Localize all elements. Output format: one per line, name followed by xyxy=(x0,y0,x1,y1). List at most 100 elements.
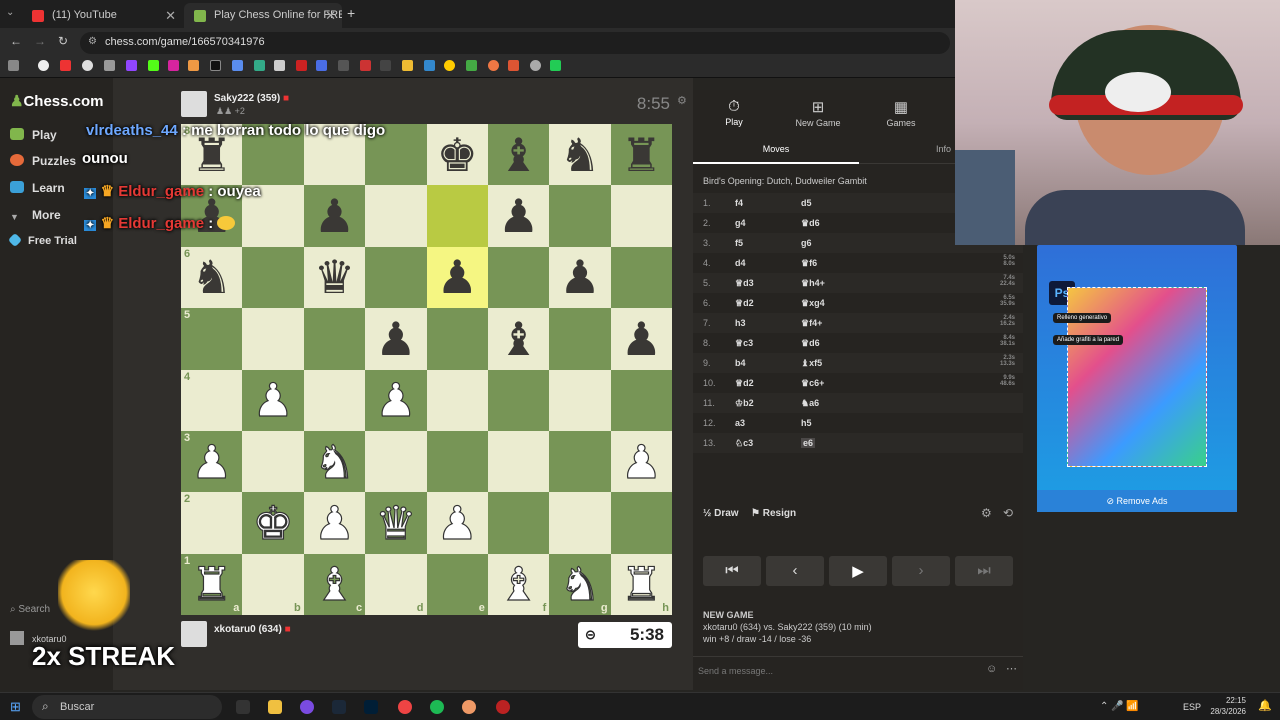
clock-date[interactable]: 28/3/2026 xyxy=(1200,707,1246,716)
black-knight-icon[interactable]: ♞ xyxy=(559,132,600,178)
bookmark-icon[interactable] xyxy=(316,60,327,71)
bookmark-icon[interactable] xyxy=(296,60,307,71)
board-square[interactable] xyxy=(549,308,611,370)
search-input[interactable]: ⌕ Buscar xyxy=(32,695,222,719)
chrome-icon[interactable] xyxy=(398,700,412,714)
board-square[interactable] xyxy=(365,246,427,309)
player-name[interactable]: xkotaru0 (634) ■ xyxy=(214,624,291,635)
bookmark-icon[interactable] xyxy=(188,60,199,71)
board-square[interactable] xyxy=(549,185,611,247)
board-square[interactable]: ♜ xyxy=(610,124,672,186)
opening-name[interactable]: Bird's Opening: Dutch, Dudweiler Gambit xyxy=(703,176,867,186)
board-square[interactable]: ♟ xyxy=(426,246,488,309)
black-pawn-icon[interactable]: ♟ xyxy=(559,254,600,300)
black-pawn-icon[interactable]: ♟ xyxy=(375,316,416,362)
bookmark-icon[interactable] xyxy=(360,60,371,71)
black-move[interactable]: h5 xyxy=(801,418,812,428)
white-move[interactable]: ♕d2 xyxy=(735,378,754,389)
black-move[interactable]: ♝xf5 xyxy=(801,358,822,369)
bookmark-icon[interactable] xyxy=(466,60,477,71)
youtube-bookmark-icon[interactable] xyxy=(60,60,71,71)
white-move[interactable]: ♕d3 xyxy=(735,278,754,289)
black-move[interactable]: ♞a6 xyxy=(801,398,819,409)
black-bishop-icon[interactable]: ♝ xyxy=(498,316,539,362)
white-move[interactable]: f4 xyxy=(735,198,743,208)
apps-icon[interactable] xyxy=(8,60,19,71)
file-explorer-icon[interactable] xyxy=(268,700,282,714)
board-square[interactable]: ♚ xyxy=(242,492,304,554)
bookmark-icon[interactable] xyxy=(402,60,413,71)
white-move[interactable]: b4 xyxy=(735,358,746,368)
remove-ads-button[interactable]: ⊘ Remove Ads xyxy=(1037,490,1237,512)
sidebar-search[interactable]: ⌕ Search xyxy=(10,604,50,615)
board-square[interactable] xyxy=(303,369,366,431)
app-icon[interactable] xyxy=(300,700,314,714)
next-move-button[interactable]: › xyxy=(892,556,950,586)
white-pawn-icon[interactable]: ♟ xyxy=(313,499,355,546)
white-rook-icon[interactable]: ♜ xyxy=(620,561,662,608)
reload-icon[interactable]: ↻ xyxy=(58,34,68,48)
steam-icon[interactable] xyxy=(332,700,346,714)
black-pawn-icon[interactable]: ♟ xyxy=(621,316,662,362)
black-rook-icon[interactable]: ♜ xyxy=(621,132,662,178)
board-square[interactable]: e xyxy=(426,553,488,615)
board-square[interactable]: ♟ xyxy=(487,185,550,247)
new-tab-icon[interactable]: + xyxy=(347,5,355,21)
black-move[interactable]: ♛c6+ xyxy=(801,378,824,389)
sidebar-item-puzzles[interactable]: Puzzles xyxy=(10,154,76,168)
tab-chess[interactable]: Play Chess Online for FREE - 2 ... ✕ xyxy=(184,3,342,28)
white-move[interactable]: ♘c3 xyxy=(735,438,753,449)
bookmark-icon[interactable] xyxy=(82,60,93,71)
board-square[interactable] xyxy=(426,308,488,370)
black-move[interactable]: d5 xyxy=(801,198,812,208)
board-square[interactable]: ♝ f xyxy=(487,553,550,615)
board-square[interactable]: 2 xyxy=(181,492,243,554)
white-rook-icon[interactable]: ♜ xyxy=(190,561,232,608)
board-square[interactable]: ♟ xyxy=(610,430,672,493)
board-square[interactable]: ♝ xyxy=(487,124,550,186)
black-move[interactable]: ♛xg4 xyxy=(801,298,825,309)
board-square[interactable] xyxy=(365,430,427,493)
clock-time[interactable]: 22:15 xyxy=(1212,696,1246,705)
board-square[interactable]: ♝ c xyxy=(303,553,366,615)
white-move[interactable]: a3 xyxy=(735,418,745,428)
tab-games[interactable]: ▦ Games xyxy=(861,98,941,128)
play-moves-button[interactable]: ▶ xyxy=(829,556,887,586)
back-icon[interactable]: ← xyxy=(10,34,22,48)
bookmark-icon[interactable] xyxy=(424,60,435,71)
bookmark-icon[interactable] xyxy=(274,60,285,71)
opponent-name[interactable]: Saky222 (359) ■ xyxy=(214,93,289,104)
site-info-icon[interactable]: ⚙ xyxy=(88,36,97,47)
taskview-icon[interactable] xyxy=(236,700,250,714)
board-square[interactable]: ♛ xyxy=(365,492,427,554)
board-square[interactable]: ♞ xyxy=(303,430,366,493)
board-square[interactable]: ♟ xyxy=(549,246,611,309)
app-icon[interactable] xyxy=(462,700,476,714)
chess-logo[interactable]: ♟Chess.com xyxy=(10,92,104,110)
white-move[interactable]: ♕c3 xyxy=(735,338,753,349)
board-square[interactable] xyxy=(610,369,672,431)
board-square[interactable]: ♚ xyxy=(426,124,488,186)
bookmark-icon[interactable] xyxy=(254,60,265,71)
board-square[interactable]: ♟ xyxy=(610,308,672,370)
board-square[interactable]: ♟ xyxy=(365,369,427,431)
board-square[interactable] xyxy=(426,369,488,431)
black-move[interactable]: g6 xyxy=(801,238,812,248)
sidebar-item-free-trial[interactable]: Free Trial xyxy=(7,232,77,248)
white-queen-icon[interactable]: ♛ xyxy=(375,499,417,546)
sidebar-item-more[interactable]: ▼ More xyxy=(10,208,61,224)
board-square[interactable] xyxy=(610,185,672,247)
white-move[interactable]: d4 xyxy=(735,258,746,268)
board-square[interactable]: ♞ g xyxy=(549,553,611,615)
tab-new-game[interactable]: ⊞ New Game xyxy=(778,98,858,128)
board-square[interactable] xyxy=(242,430,304,493)
board-square[interactable]: ♟ xyxy=(303,492,366,554)
board-square[interactable]: 4 xyxy=(181,369,243,431)
add-friend-icon[interactable]: ⚙ xyxy=(981,506,992,520)
board-square[interactable] xyxy=(487,369,550,431)
black-knight-icon[interactable]: ♞ xyxy=(191,254,232,300)
settings-icon[interactable]: ⚙ xyxy=(677,94,687,107)
windows-start-icon[interactable]: ⊞ xyxy=(10,699,21,715)
white-pawn-icon[interactable]: ♟ xyxy=(375,377,417,424)
board-square[interactable]: b xyxy=(242,553,304,615)
